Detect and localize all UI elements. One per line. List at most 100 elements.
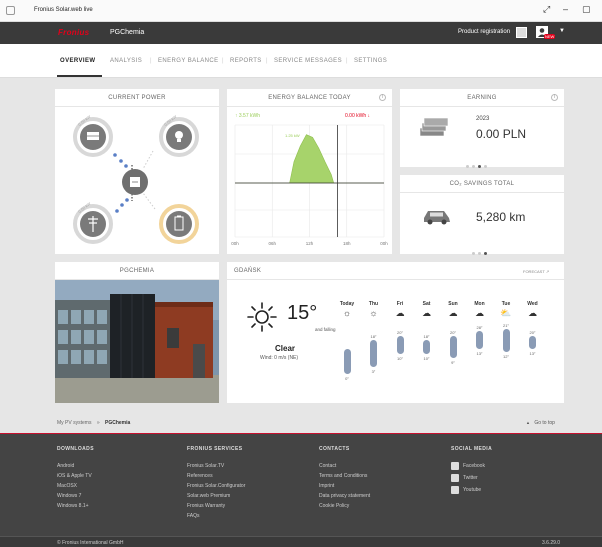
breadcrumb: My PV systems » PGChemia [57,420,130,426]
card-title: CURRENT POWER [108,95,166,101]
footer-link[interactable]: MacOSX [57,483,77,489]
production-area [235,134,384,184]
pv-system-card: PGCHEMIA [55,262,219,403]
footer-link[interactable]: Fronius Solar.TV [187,463,224,469]
footer-link[interactable]: Fronius Warranty [187,503,225,509]
breadcrumb-root[interactable]: My PV systems [57,420,91,426]
footer-link[interactable]: Android [57,463,74,469]
divider [400,192,564,193]
energy-balance-chart: 00h 06h 12h 18h 00h [231,124,388,246]
earning-card: EARNING i 2023 0.00 PLN [400,89,564,168]
forecast-low-temp: 13° [529,351,536,357]
card-title: ENERGY BALANCE TODAY [268,95,351,101]
footer-social-title: SOCIAL MEDIA [451,446,493,452]
registration-icon[interactable] [516,27,527,38]
footer-link[interactable]: Youtube [463,487,481,493]
info-icon[interactable]: i [551,94,558,101]
breadcrumb-separator: » [96,420,100,426]
footer-link[interactable]: FAQs [187,513,200,519]
forecast-day-label: Sat [422,301,431,307]
forecast-high-temp: 28° [476,325,483,331]
nav-separator: | [150,58,152,64]
pv-system-photo[interactable] [55,280,219,403]
co2-value: 5,280 km [476,210,526,224]
forecast-day-label: Mon [474,301,485,307]
energy-balance-card: ENERGY BALANCE TODAY i ↑ 3.57 kWh 0.00 k… [227,89,392,254]
facebook-icon[interactable] [451,462,459,470]
window-icon [6,6,15,15]
tab-energy-balance[interactable]: ENERGY BALANCE [158,58,219,64]
nav-separator: | [222,58,224,64]
footer-link[interactable]: Windows 8.1+ [57,503,89,509]
forecast-temp-bar [396,335,404,354]
carousel-dots[interactable] [470,242,488,260]
forecast-weather-icon: ☁ [448,308,458,318]
youtube-icon[interactable] [451,486,459,494]
footer-link[interactable]: Solar.web Premium [187,493,230,499]
forecast-day-label: Tue [501,301,511,307]
minimize-button[interactable]: – [563,4,568,14]
chevron-down-icon[interactable]: ▼ [559,28,565,34]
forecast-day-label: Thu [368,301,379,307]
forecast-day-label: Fri [396,301,404,307]
tab-analysis[interactable]: ANALYSIS [110,58,142,64]
forecast-low-temp: 0° [345,376,349,381]
tab-settings[interactable]: SETTINGS [354,58,387,64]
system-name[interactable]: PGChemia [110,29,144,36]
forecast-weather-icon: ☁ [528,308,537,318]
forecast-temp-bar [449,335,457,359]
forecast-weather-icon: ⛅ [500,308,512,318]
inverter-node [122,169,148,195]
forecast-day-label: Wed [527,301,538,307]
tab-overview[interactable]: OVERVIEW [60,58,95,64]
footer-link[interactable]: iOS & Apple TV [57,473,92,479]
breadcrumb-bar: My PV systems » PGChemia ▲ Go to top [0,413,602,433]
footer-link[interactable]: Windows 7 [57,493,81,499]
forecast-low-temp: 10° [423,355,430,361]
expand-icon[interactable]: ⤢ [543,4,550,15]
x-tick-label: 00h [380,241,388,246]
window-titlebar: Fronius Solar.web live ⤢ – ▢ [0,0,602,22]
tab-service-messages[interactable]: SERVICE MESSAGES [274,58,342,64]
forecast-high-temp: 20° [529,329,536,335]
forecast-low-temp: 12° [502,353,510,359]
fronius-logo[interactable]: Fronius [58,28,89,37]
window-title: Fronius Solar.web live [34,7,93,13]
footer-link[interactable]: Terms and Conditions [319,473,367,479]
footer-services-title: FRONIUS SERVICES [187,446,243,452]
forecast-temp-bar [502,329,510,352]
weather-card: GDAŃSK FORECAST ↗ 15° and falling Clear … [227,262,564,403]
footer-link[interactable]: Facebook [463,463,485,469]
restore-button[interactable]: ▢ [582,4,591,15]
footer-contacts-title: CONTACTS [319,446,350,452]
info-icon[interactable]: i [379,94,386,101]
footer-link[interactable]: Imprint [319,483,334,489]
forecast-temp-bar [370,340,377,368]
forecast-temp-bar [529,335,536,350]
twitter-icon[interactable] [451,474,459,482]
site-footer: DOWNLOADS Android iOS & Apple TV MacOSX … [0,433,602,547]
forecast-weather-icon: ☁ [395,308,405,318]
weather-forecast: Today ☼ 0° Thu ☼ 18° 3° Fri ☁ 20° 10° Sat ☁ 18° 10° Sun… [227,262,564,403]
footer-link[interactable]: Data privacy statement [319,493,370,499]
footer-link[interactable]: Fronius Solar.Configurator [187,483,245,489]
forecast-day-label: Today [339,301,355,307]
card-title: PGCHEMIA [119,268,155,274]
footer-link[interactable]: Twitter [463,475,478,481]
carousel-dots[interactable] [464,155,488,173]
footer-link[interactable]: Contact [319,463,336,469]
forecast-temp-bar [423,340,430,354]
go-to-top-link[interactable]: ▲ Go to top [526,420,555,426]
product-registration-link[interactable]: Product registration [458,29,510,35]
forecast-temp-bar [476,331,483,350]
car-icon [424,211,450,225]
forecast-low-temp: 13° [476,351,483,357]
tab-reports[interactable]: REPORTS [230,58,262,64]
go-to-top-label: Go to top [534,420,555,426]
footer-link[interactable]: Cookie Policy [319,503,349,509]
forecast-high-temp: 21° [502,323,510,328]
forecast-temp-bar [343,349,351,374]
footer-link[interactable]: References [187,473,213,479]
forecast-low-temp: 9° [451,360,455,366]
footer-bottom: © Fronius International GmbH 3.6.29.0 [0,536,602,547]
